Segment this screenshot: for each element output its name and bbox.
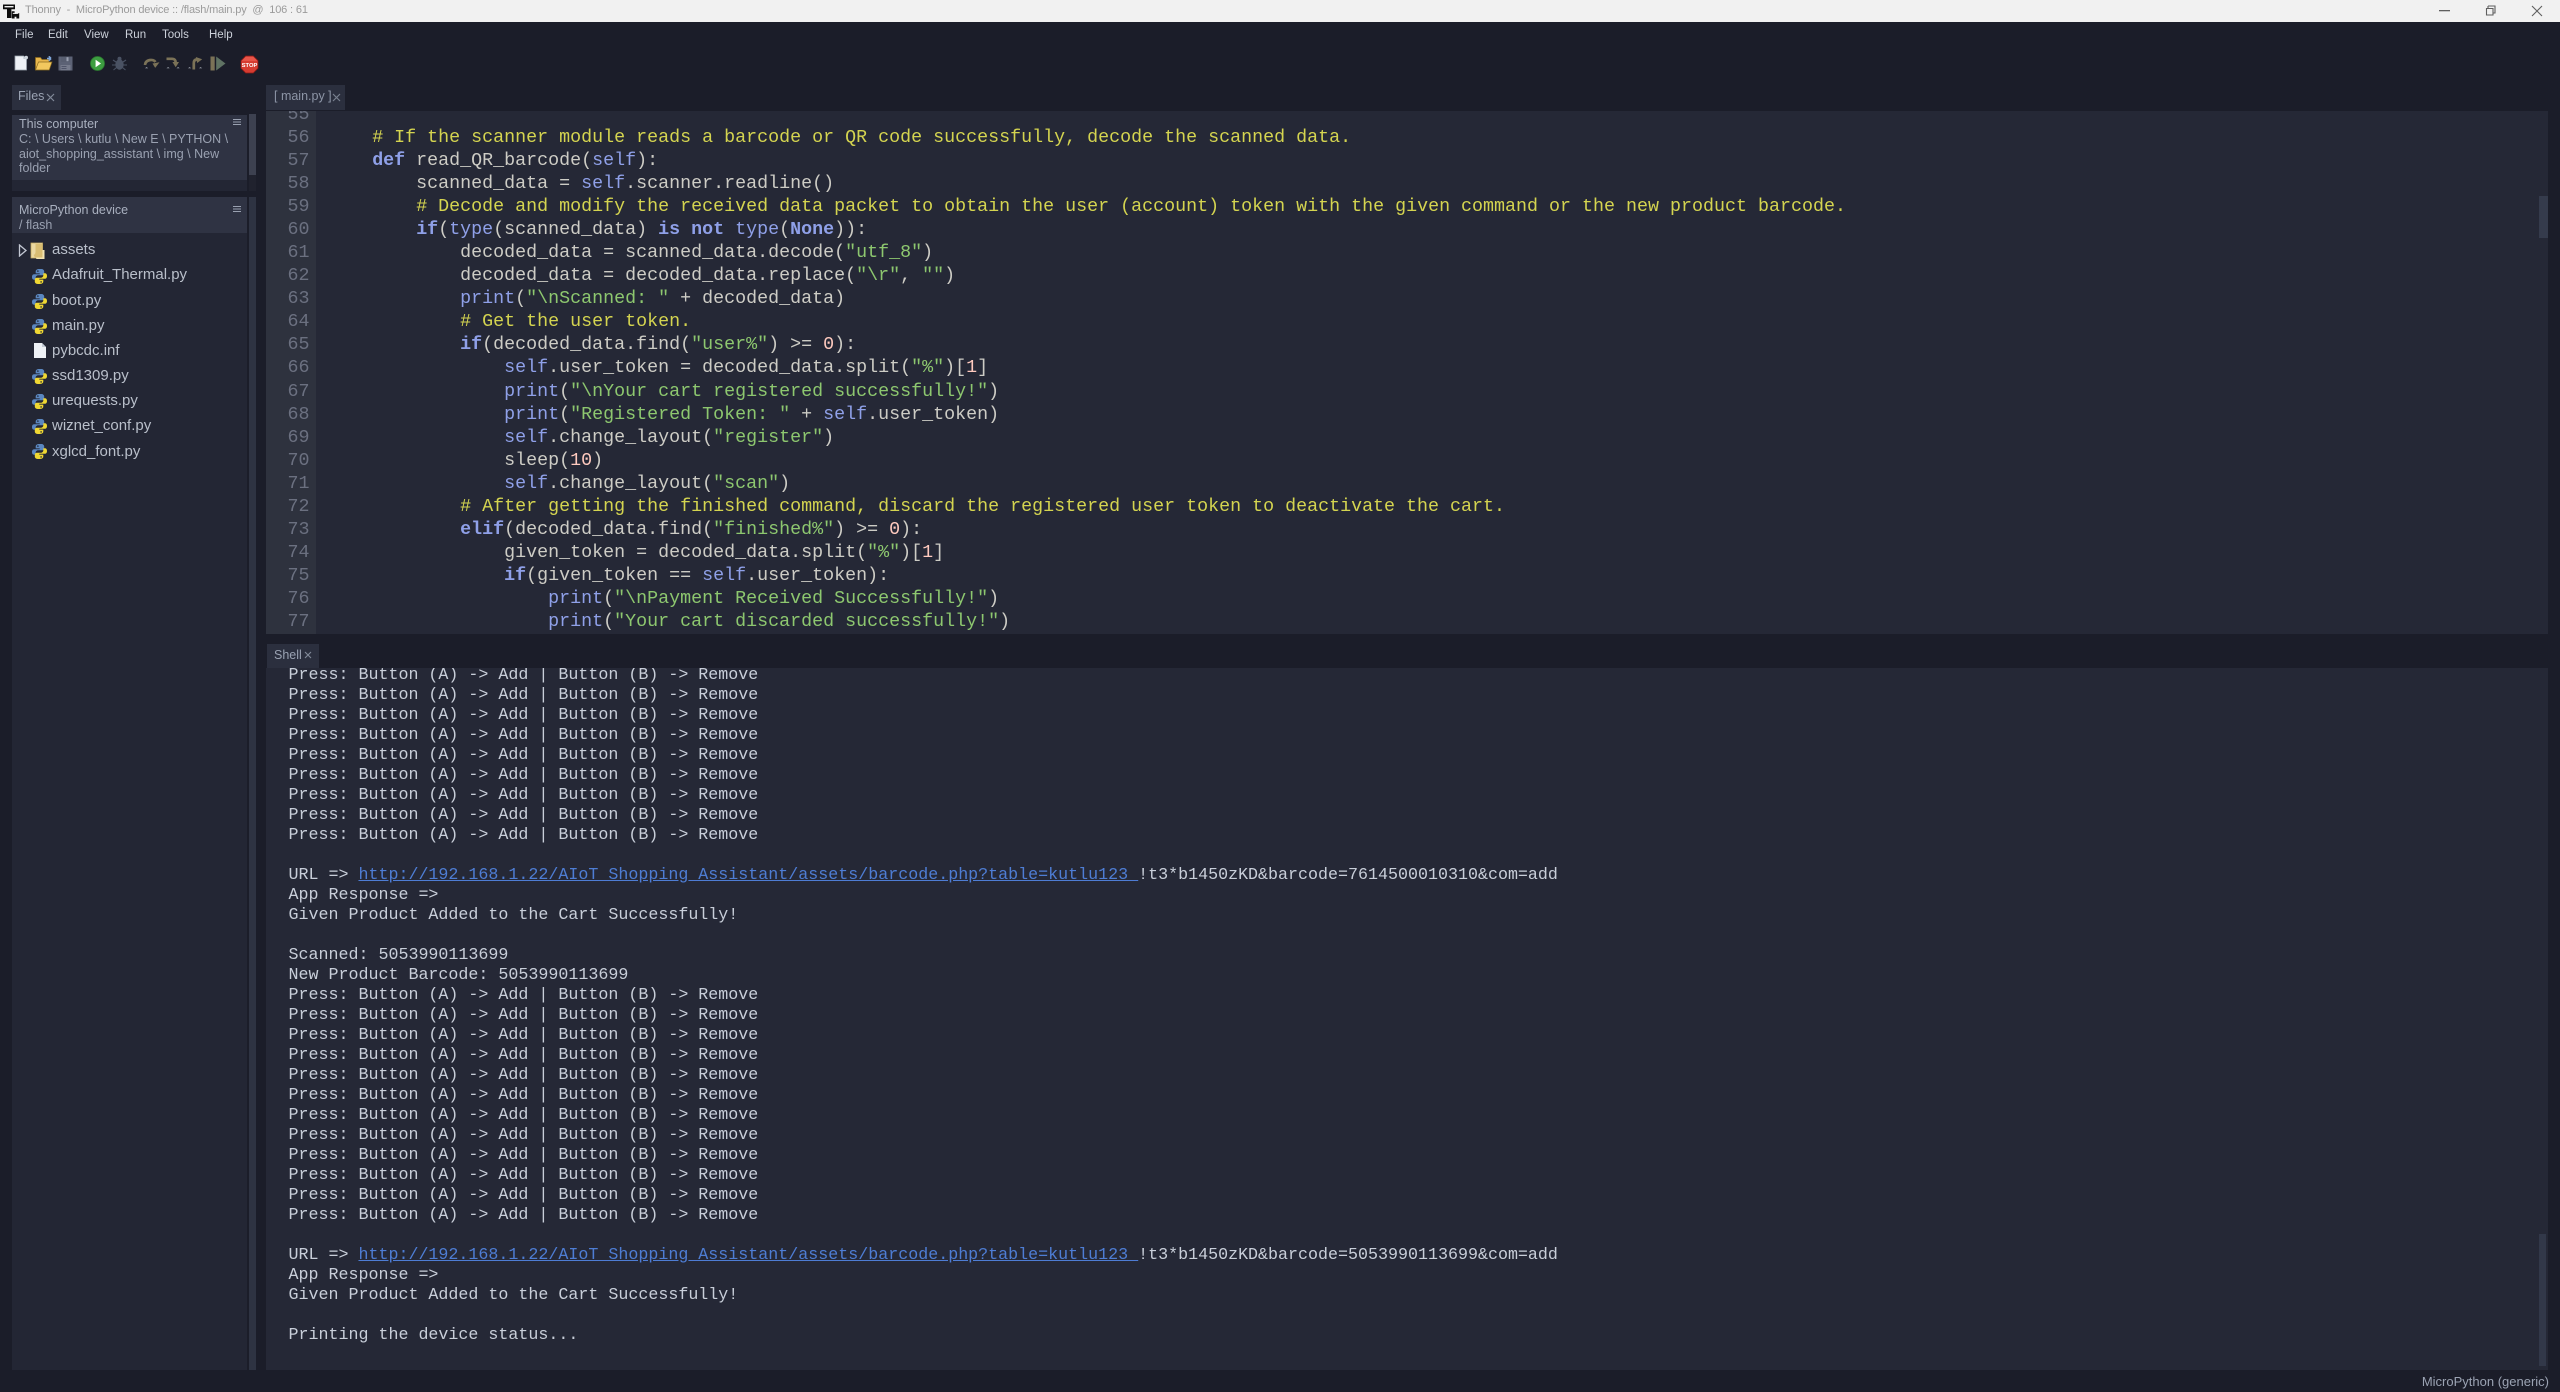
svg-text:STOP: STOP xyxy=(242,63,258,69)
